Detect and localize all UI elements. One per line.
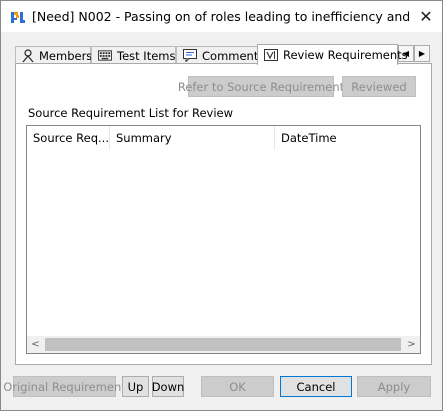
tab-review-requirements[interactable]: Review Requirements [257,44,408,65]
tab-label: Members [39,48,93,63]
cancel-button[interactable]: Cancel [280,376,352,397]
original-requirement-button[interactable]: Original Requirement [3,376,126,397]
scroll-right-arrow-icon[interactable]: > [403,336,420,353]
down-button[interactable]: Down [152,376,184,397]
chevron-right-icon: ▶ [418,49,426,58]
scroll-left-arrow-icon[interactable]: < [27,336,44,353]
ok-button[interactable]: OK [201,376,274,397]
dialog-window: [Need] N002 - Passing on of roles leadin… [0,0,443,411]
close-button[interactable]: ✕ [413,4,439,28]
list-header: Source Req... Summary DateTime [27,126,420,150]
column-header-source-req[interactable]: Source Req... [27,126,110,150]
source-requirement-list-label: Source Requirement List for Review [28,106,234,120]
tab-members[interactable]: Members [15,46,92,64]
source-requirement-list[interactable]: Source Req... Summary DateTime < > [26,125,421,354]
comment-icon [183,49,197,63]
column-header-datetime[interactable]: DateTime [275,126,420,150]
window-title: [Need] N002 - Passing on of roles leadin… [32,9,412,24]
title-bar[interactable]: [Need] N002 - Passing on of roles leadin… [1,1,442,32]
keyboard-icon [98,49,112,63]
tab-label: Review Requirements [283,48,408,62]
close-icon: ✕ [419,6,433,26]
tab-scroll-right-button[interactable]: ▶ [414,45,430,62]
tab-label: Test Items [117,48,176,63]
app-logo-icon [11,12,25,23]
scrollbar-thumb[interactable] [45,338,401,351]
apply-button[interactable]: Apply [357,376,431,397]
reviewed-button[interactable]: Reviewed [342,76,416,97]
tab-comments[interactable]: Comments [176,46,264,64]
person-icon [22,48,34,63]
up-button[interactable]: Up [122,376,149,397]
refer-to-source-requirement-button[interactable]: Refer to Source Requirement [178,76,344,97]
horizontal-scrollbar[interactable]: < > [27,336,420,353]
tab-test-items[interactable]: Test Items [91,46,176,64]
review-icon [264,48,278,62]
column-header-summary[interactable]: Summary [110,126,275,150]
